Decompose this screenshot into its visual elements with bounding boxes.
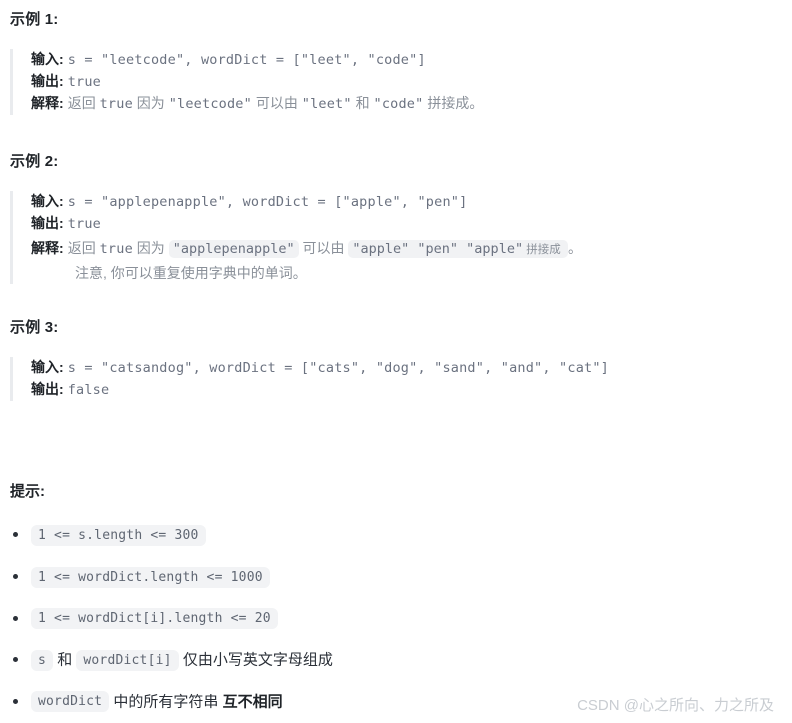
inline-code-chip: "apple" "pen" "apple" 拼接成	[348, 240, 568, 258]
example-2-explain-value: 返回 true 因为 "applepenapple" 可以由 "apple" "…	[67, 240, 582, 258]
emphasis-text: 互不相同	[222, 692, 283, 710]
inline-code-text: true	[99, 241, 133, 257]
example-1-heading-text: 示例 1:	[10, 11, 59, 28]
bullet-icon	[13, 657, 18, 663]
hint-item-2: 1 <= wordDict.length <= 1000	[0, 565, 792, 588]
example-1-heading: 示例 1:	[10, 8, 59, 29]
hint-item-3: 1 <= wordDict[i].length <= 20	[0, 607, 792, 630]
example-3-input-label: 输入:	[31, 359, 64, 375]
inline-code-chip: "applepenapple"	[168, 240, 299, 258]
hint-item-4-content: s 和 wordDict[i] 仅由小写英文字母组成	[31, 650, 333, 672]
text-run: 仅由小写英文字母组成	[178, 651, 333, 669]
example-1-explain-value: 返回 true 因为 "leetcode" 可以由 "leet" 和 "code…	[67, 95, 484, 112]
text-run: 返回	[67, 95, 100, 111]
hints-heading: 提示:	[10, 480, 45, 501]
hint-item-4: s 和 wordDict[i] 仅由小写英文字母组成	[0, 648, 792, 672]
example-1-explain-label: 解释:	[31, 95, 64, 111]
example-2-heading-text: 示例 2:	[10, 153, 59, 170]
example-1-block: 输入: s = "leetcode", wordDict = ["leet", …	[10, 49, 792, 115]
inline-code-text: true	[99, 96, 133, 112]
example-1-explain-line: 解释: 返回 true 因为 "leetcode" 可以由 "leet" 和 "…	[31, 93, 792, 115]
code-chip: wordDict[i]	[76, 650, 179, 672]
hint-item-2-content: 1 <= wordDict.length <= 1000	[31, 566, 270, 588]
example-2-output-line: 输出: true	[31, 213, 792, 235]
problem-description-page: 示例 1: 输入: s = "leetcode", wordDict = ["l…	[0, 0, 792, 723]
example-3-output-label: 输出:	[31, 381, 64, 397]
text-run: 可以由	[298, 240, 349, 256]
text-run: 返回	[67, 240, 100, 256]
bullet-icon	[13, 698, 18, 704]
bullet-icon	[13, 532, 18, 537]
example-2-explain-note: 注意, 你可以重复使用字典中的单词。	[75, 265, 307, 281]
text-run: 因为	[132, 240, 169, 256]
example-2-input-value: s = "applepenapple", wordDict = ["apple"…	[67, 194, 468, 210]
code-chip: wordDict	[31, 691, 110, 713]
example-2-explain-line: 解释: 返回 true 因为 "applepenapple" 可以由 "appl…	[31, 235, 792, 263]
example-3-output-line: 输出: false	[31, 379, 792, 401]
text-run: 因为	[132, 95, 169, 111]
text-run: 。	[567, 240, 582, 256]
csdn-watermark: CSDN @心之所向、力之所及	[577, 697, 774, 714]
example-1-output-value: true	[67, 74, 102, 90]
example-3-input-value: s = "catsandog", wordDict = ["cats", "do…	[67, 360, 610, 376]
example-3-block: 输入: s = "catsandog", wordDict = ["cats",…	[10, 357, 792, 401]
inline-code-text: "leet"	[301, 96, 352, 112]
example-2-explain-line2: 注意, 你可以重复使用字典中的单词。	[31, 263, 792, 284]
example-3-input-line: 输入: s = "catsandog", wordDict = ["cats",…	[31, 357, 792, 379]
example-2-block: 输入: s = "applepenapple", wordDict = ["ap…	[10, 191, 792, 284]
example-3-heading-text: 示例 3:	[10, 319, 59, 336]
example-1-output-label: 输出:	[31, 73, 64, 89]
example-3-heading: 示例 3:	[10, 316, 59, 337]
example-2-explain-label: 解释:	[31, 240, 64, 256]
code-chip: s	[31, 650, 54, 672]
inline-code-text: "leetcode"	[168, 96, 252, 112]
text-run: 中的所有字符串	[109, 692, 223, 710]
text-run: 可以由	[251, 95, 302, 111]
code-chip: 1 <= wordDict[i].length <= 20	[31, 608, 278, 630]
example-1-input-line: 输入: s = "leetcode", wordDict = ["leet", …	[31, 49, 792, 71]
inline-code-text: "code"	[373, 96, 424, 112]
code-chip: 1 <= wordDict.length <= 1000	[31, 566, 270, 588]
hint-item-1: 1 <= s.length <= 300	[0, 523, 792, 546]
hint-item-1-content: 1 <= s.length <= 300	[31, 524, 206, 546]
hints-heading-text: 提示:	[10, 483, 45, 500]
example-2-output-label: 输出:	[31, 215, 64, 231]
text-run: 和	[351, 95, 374, 111]
example-2-input-label: 输入:	[31, 193, 64, 209]
text-run: 和	[53, 651, 77, 669]
hint-item-3-content: 1 <= wordDict[i].length <= 20	[31, 608, 278, 630]
example-2-heading: 示例 2:	[10, 150, 59, 171]
example-2-output-value: true	[67, 216, 102, 232]
example-1-input-value: s = "leetcode", wordDict = ["leet", "cod…	[67, 52, 426, 68]
example-1-output-line: 输出: true	[31, 71, 792, 93]
hint-item-5-content: wordDict 中的所有字符串 互不相同	[31, 691, 283, 713]
example-2-input-line: 输入: s = "applepenapple", wordDict = ["ap…	[31, 191, 792, 213]
text-run: 拼接成。	[423, 95, 484, 111]
hints-list: 1 <= s.length <= 300 1 <= wordDict.lengt…	[0, 523, 792, 713]
bullet-icon	[13, 615, 18, 621]
bullet-icon	[13, 573, 18, 579]
code-chip: 1 <= s.length <= 300	[31, 524, 206, 546]
example-3-output-value: false	[67, 382, 110, 398]
example-1-input-label: 输入:	[31, 51, 64, 67]
